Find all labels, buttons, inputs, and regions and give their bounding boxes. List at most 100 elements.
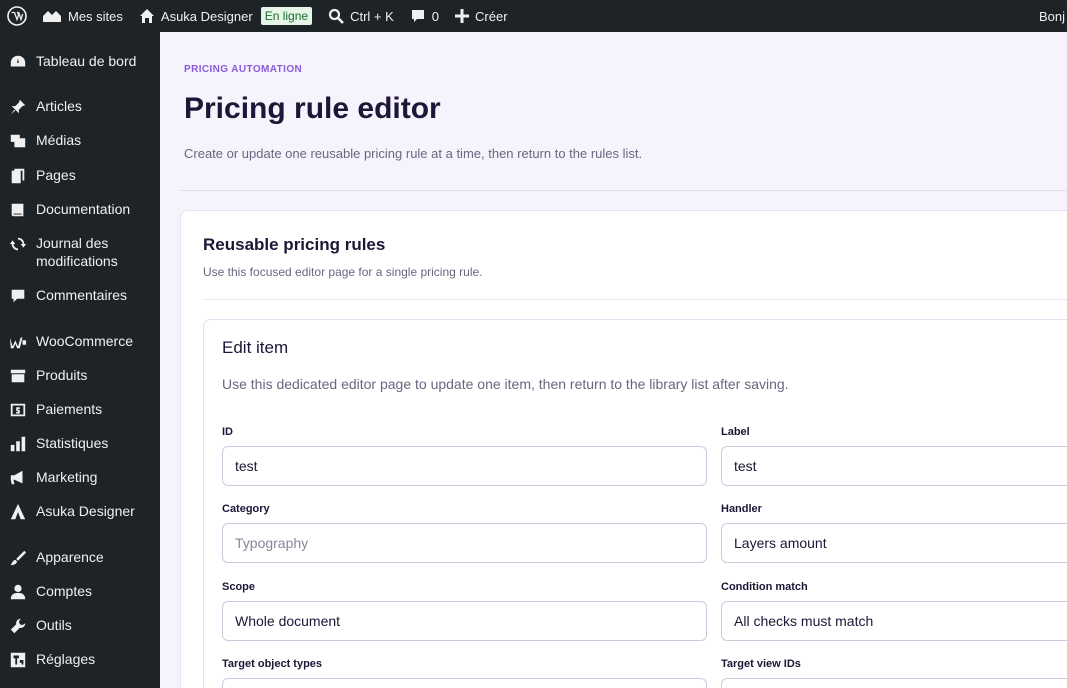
sidebar-item-tools[interactable]: Outils (0, 616, 160, 635)
admin-bar: Mes sites Asuka Designer En ligne Ctrl +… (0, 0, 1067, 32)
my-sites-menu[interactable]: Mes sites (34, 0, 131, 32)
divider (203, 299, 1067, 300)
my-sites-label: Mes sites (68, 8, 123, 24)
target-view-ids-field: Target view IDs (721, 658, 1067, 688)
sidebar-item-changelog[interactable]: Journal des modifications (0, 234, 160, 270)
label-label: Label (721, 426, 750, 438)
woocommerce-icon (0, 332, 36, 351)
sidebar-item-label: Tableau de bord (36, 53, 137, 69)
pricing-rules-card: Reusable pricing rules Use this focused … (180, 210, 1067, 688)
asuka-icon (0, 502, 36, 521)
page-title: Pricing rule editor (184, 92, 441, 125)
sidebar-item-label: Asuka Designer (36, 503, 135, 519)
sidebar-item-products[interactable]: Produits (0, 366, 160, 385)
dashboard-icon (0, 52, 36, 71)
comments-button[interactable]: 0 (402, 0, 447, 32)
sidebar-item-label: Journal des modifications (36, 235, 118, 269)
sidebar-item-payments[interactable]: Paiements (0, 400, 160, 419)
scope-label: Scope (222, 581, 256, 593)
sidebar-item-accounts[interactable]: Comptes (0, 582, 160, 601)
sidebar-item-label: Pages (36, 167, 76, 183)
update-icon (0, 234, 36, 253)
target-view-ids-label: Target view IDs (721, 658, 801, 670)
archive-icon (0, 366, 36, 385)
sidebar-item-asuka-designer[interactable]: Asuka Designer (0, 502, 160, 521)
edit-item-panel: Edit item Use this dedicated editor page… (203, 319, 1067, 688)
sidebar-item-comments[interactable]: Commentaires (0, 286, 160, 305)
admin-sidebar: Tableau de bord Articles Médias Pages Do… (0, 32, 160, 688)
media-icon (0, 131, 36, 150)
condition-match-field: Condition match (721, 581, 1067, 641)
my-sites-icon (43, 11, 61, 22)
sidebar-item-woocommerce[interactable]: WooCommerce (0, 332, 160, 351)
sidebar-item-marketing[interactable]: Marketing (0, 468, 160, 487)
sidebar-item-label: Paiements (36, 401, 103, 417)
handler-field: Handler (721, 503, 1067, 563)
handler-label: Handler (721, 503, 762, 515)
sidebar-item-label: Marketing (36, 469, 98, 485)
target-view-ids-input[interactable] (721, 678, 1067, 688)
create-menu[interactable]: Créer (447, 0, 516, 32)
site-name-label: Asuka Designer (160, 8, 253, 24)
sidebar-item-articles[interactable]: Articles (0, 97, 160, 116)
chart-icon (0, 434, 36, 453)
comment-icon (411, 10, 424, 22)
sidebar-item-pages[interactable]: Pages (0, 166, 160, 185)
user-greeting: Bonj (1038, 8, 1065, 24)
megaphone-icon (0, 468, 36, 487)
plus-icon (455, 9, 470, 23)
edit-item-title: Edit item (222, 338, 289, 357)
search-icon (328, 8, 344, 24)
edit-item-description: Use this dedicated editor page to update… (222, 376, 789, 392)
sidebar-item-label: Outils (36, 617, 72, 633)
id-field: ID (222, 426, 708, 486)
create-label: Créer (475, 8, 508, 24)
label-input[interactable] (721, 446, 1067, 486)
sidebar-item-media[interactable]: Médias (0, 131, 160, 150)
user-icon (0, 582, 36, 601)
sidebar-item-statistics[interactable]: Statistiques (0, 434, 160, 453)
category-input[interactable] (222, 523, 707, 563)
target-object-types-field: Target object types (222, 658, 708, 688)
handler-select[interactable] (721, 523, 1067, 563)
sidebar-item-documentation[interactable]: Documentation (0, 200, 160, 219)
wordpress-logo-icon[interactable] (0, 0, 34, 32)
sidebar-item-appearance[interactable]: Apparence (0, 548, 160, 567)
status-badge: En ligne (260, 7, 313, 25)
target-object-types-input[interactable] (222, 678, 707, 688)
site-name-menu[interactable]: Asuka Designer En ligne (131, 0, 320, 32)
divider (180, 190, 1067, 191)
search-shortcut-label: Ctrl + K (350, 8, 394, 24)
id-label: ID (222, 426, 233, 438)
sidebar-item-label: Apparence (36, 549, 104, 565)
command-palette-button[interactable]: Ctrl + K (320, 0, 402, 32)
scope-select[interactable] (222, 601, 707, 641)
settings-icon (0, 650, 36, 669)
sidebar-item-label: WooCommerce (36, 333, 133, 349)
sidebar-item-label: Comptes (36, 583, 93, 599)
sidebar-item-settings[interactable]: Réglages (0, 650, 160, 669)
target-object-types-label: Target object types (222, 658, 323, 670)
sidebar-item-dashboard[interactable]: Tableau de bord (0, 52, 160, 71)
page-eyebrow: PRICING AUTOMATION (184, 64, 303, 75)
home-icon (139, 9, 154, 23)
user-menu[interactable]: Bonj (1039, 0, 1067, 32)
wrench-icon (0, 616, 36, 635)
brush-icon (0, 548, 36, 567)
comments-count: 0 (431, 8, 440, 24)
sidebar-item-label: Médias (36, 132, 82, 148)
sidebar-item-label: Commentaires (36, 287, 128, 303)
page-description: Create or update one reusable pricing ru… (184, 146, 643, 161)
id-input[interactable] (222, 446, 707, 486)
category-field: Category (222, 503, 708, 563)
sidebar-item-label: Statistiques (36, 435, 109, 451)
condition-match-label: Condition match (721, 581, 808, 593)
sidebar-item-label: Produits (36, 367, 88, 383)
money-icon (0, 400, 36, 419)
pages-icon (0, 166, 36, 185)
pin-icon (0, 97, 36, 116)
scope-field: Scope (222, 581, 708, 641)
condition-match-select[interactable] (721, 601, 1067, 641)
sidebar-item-label: Articles (36, 98, 82, 114)
card-title: Reusable pricing rules (203, 235, 386, 254)
